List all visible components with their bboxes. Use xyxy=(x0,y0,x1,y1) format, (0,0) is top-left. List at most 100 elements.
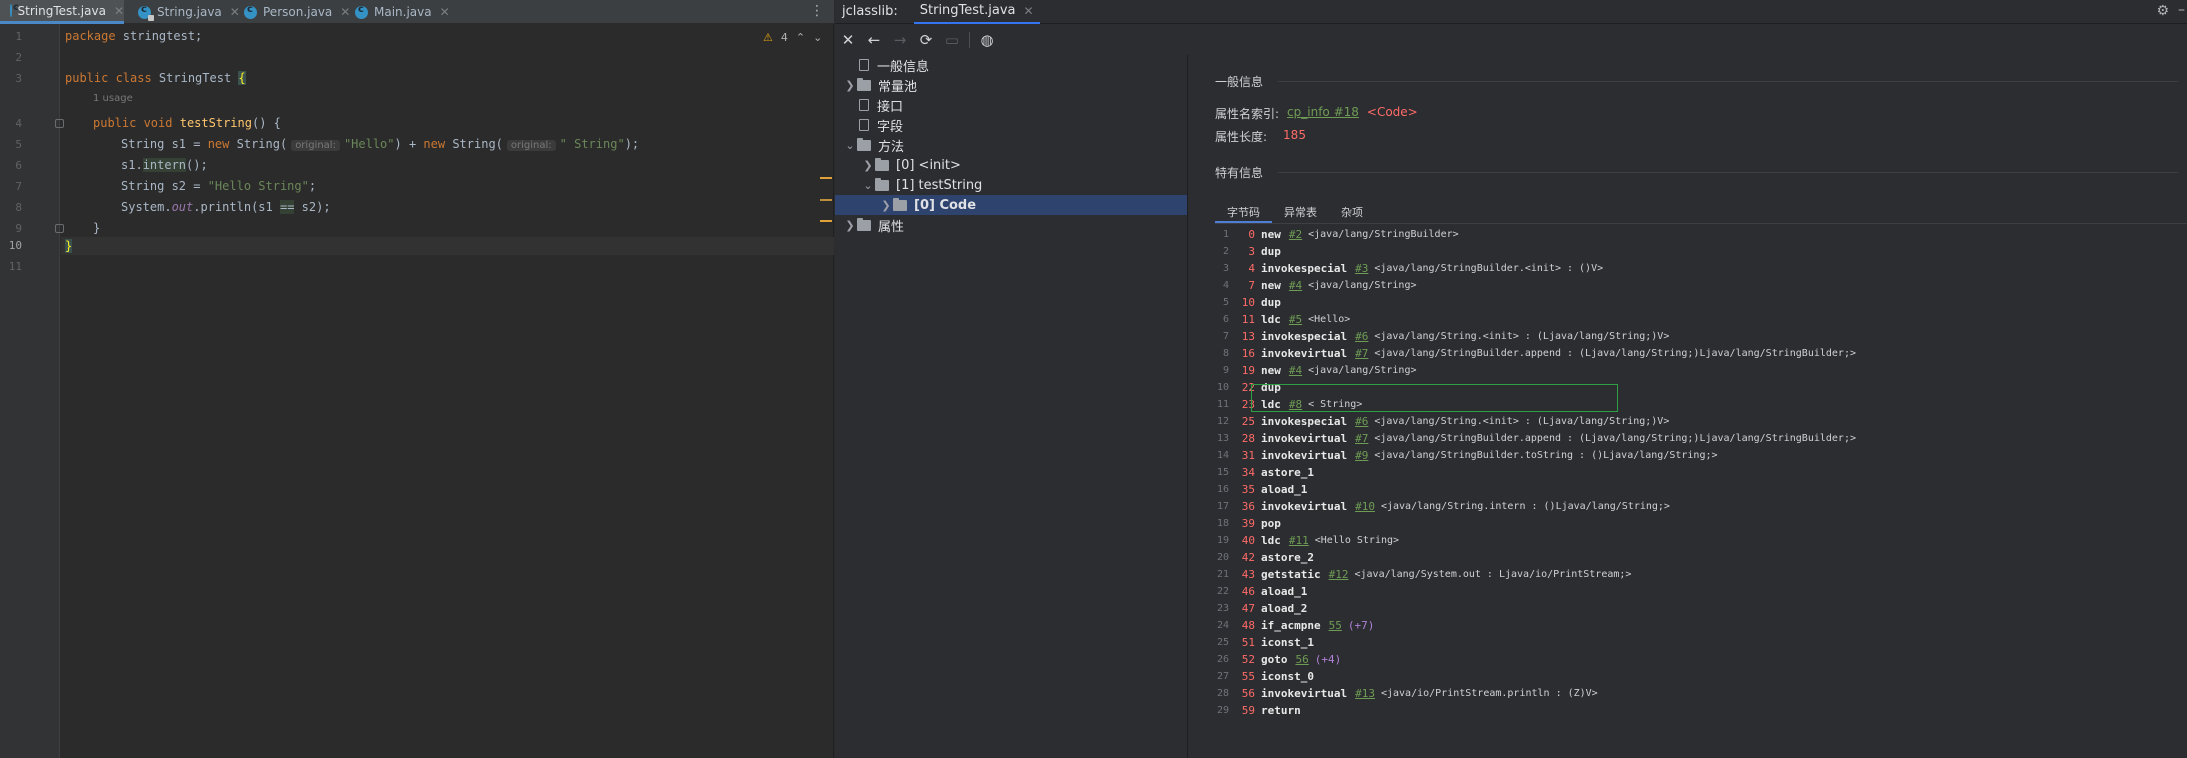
close-icon[interactable]: ✕ xyxy=(1024,4,1034,18)
bytecode-row[interactable]: 6 11 ldc #5 <Hello> xyxy=(1215,311,2187,328)
bytecode-row[interactable]: 18 39 pop xyxy=(1215,515,2187,532)
chevron-down-icon[interactable]: ⌄ xyxy=(861,179,875,192)
bytecode-opcode: dup xyxy=(1261,245,1281,258)
bytecode-row[interactable]: 26 52 goto 56 (+4) xyxy=(1215,651,2187,668)
close-icon[interactable]: ✕ xyxy=(114,4,124,18)
constant-pool-link[interactable]: #12 xyxy=(1329,568,1349,581)
chevron-right-icon[interactable]: ❯ xyxy=(843,79,857,92)
tab-misc[interactable]: 杂项 xyxy=(1329,201,1375,223)
chevron-down-icon[interactable]: ⌄ xyxy=(813,31,822,44)
bytecode-row[interactable]: 4 7 new #4 <java/lang/String> xyxy=(1215,277,2187,294)
constant-pool-link[interactable]: #13 xyxy=(1355,687,1375,700)
highlight-annotation-box xyxy=(1251,384,1618,412)
close-icon[interactable]: ✕ xyxy=(440,5,450,19)
constant-pool-link[interactable]: 56 xyxy=(1296,653,1309,666)
refresh-icon[interactable]: ⟳ xyxy=(913,29,939,51)
tab-main-java[interactable]: Main.java ✕ xyxy=(355,0,450,24)
file-icon xyxy=(859,59,869,71)
bytecode-row[interactable]: 1 0 new #2 <java/lang/StringBuilder> xyxy=(1215,226,2187,243)
bytecode-line-number: 13 xyxy=(1216,433,1229,444)
bytecode-row[interactable]: 7 13 invokespecial #6 <java/lang/String.<ini… xyxy=(1215,328,2187,345)
tree-item-code[interactable]: ❯ [0] Code xyxy=(835,195,1187,215)
chevron-down-icon[interactable]: ⌄ xyxy=(843,139,857,152)
tab-person-java[interactable]: Person.java ✕ xyxy=(244,0,350,24)
tree-item-teststring[interactable]: ⌄ [1] testString xyxy=(861,175,982,195)
usage-hint[interactable]: 1 usage xyxy=(93,93,133,104)
folder-icon xyxy=(857,77,871,91)
bytecode-row[interactable]: 28 56 invokevirtual #13 <java/io/PrintStream… xyxy=(1215,685,2187,702)
bytecode-row[interactable]: 22 46 aload_1 xyxy=(1215,583,2187,600)
bytecode-row[interactable]: 3 4 invokespecial #3 <java/lang/StringBuilde… xyxy=(1215,260,2187,277)
bytecode-row[interactable]: 27 55 iconst_0 xyxy=(1215,668,2187,685)
gear-icon[interactable]: ⚙ xyxy=(2156,3,2169,19)
bytecode-row[interactable]: 17 36 invokevirtual #10 <java/lang/String.in… xyxy=(1215,498,2187,515)
bytecode-row[interactable]: 15 34 astore_1 xyxy=(1215,464,2187,481)
tab-divider xyxy=(1215,223,2187,224)
tab-stringtest-class[interactable]: StringTest.java ✕ xyxy=(913,0,1040,24)
tree-item-methods[interactable]: ⌄ 方法 xyxy=(843,135,904,155)
tab-exception-table[interactable]: 异常表 xyxy=(1272,201,1329,223)
bytecode-row[interactable]: 24 48 if_acmpne 55 (+7) xyxy=(1215,617,2187,634)
bytecode-row[interactable]: 8 16 invokevirtual #7 <java/lang/StringBuild… xyxy=(1215,345,2187,362)
bytecode-row[interactable]: 29 59 return xyxy=(1215,702,2187,719)
cp-info-link[interactable]: cp_info #18 xyxy=(1287,105,1359,122)
constant-pool-link[interactable]: #4 xyxy=(1289,279,1302,292)
scrollbar-marker[interactable] xyxy=(820,199,832,201)
minimize-icon[interactable]: – xyxy=(2178,2,2185,18)
constant-pool-link[interactable]: #7 xyxy=(1355,432,1368,445)
constant-pool-link[interactable]: #3 xyxy=(1355,262,1368,275)
tab-bytecode[interactable]: 字节码 xyxy=(1215,201,1272,223)
bytecode-row[interactable]: 20 42 astore_2 xyxy=(1215,549,2187,566)
scrollbar-marker[interactable] xyxy=(820,220,832,222)
tab-string-java[interactable]: String.java ✕ xyxy=(138,0,240,24)
web-icon[interactable]: ◍ xyxy=(974,29,1000,51)
tree-item-attributes[interactable]: ❯ 属性 xyxy=(843,215,904,235)
back-arrow-icon[interactable]: ← xyxy=(861,29,887,51)
constant-pool-link[interactable]: #11 xyxy=(1289,534,1309,547)
forward-arrow-icon[interactable]: → xyxy=(887,29,913,51)
editor-tab-bar: StringTest.java ✕ String.java ✕ Person.j… xyxy=(0,0,834,24)
close-icon[interactable]: ✕ xyxy=(835,29,861,51)
save-icon[interactable]: ▭ xyxy=(939,29,965,51)
tree-item-init[interactable]: ❯ [0] <init> xyxy=(861,155,961,175)
bytecode-row[interactable]: 19 40 ldc #11 <Hello String> xyxy=(1215,532,2187,549)
constant-pool-link[interactable]: #10 xyxy=(1355,500,1375,513)
tree-item-fields[interactable]: 字段 xyxy=(843,115,903,135)
tree-item-constant-pool[interactable]: ❯ 常量池 xyxy=(843,75,917,95)
constant-pool-link[interactable]: #4 xyxy=(1289,364,1302,377)
bytecode-listing[interactable]: 1 0 new #2 <java/lang/StringBuilder> 2 3 dup 3 4 i… xyxy=(1215,225,2187,758)
bytecode-row[interactable]: 14 31 invokevirtual #9 <java/lang/StringBuil… xyxy=(1215,447,2187,464)
bytecode-argument: <java/lang/String.<init> : (Ljava/lang/S… xyxy=(1374,416,1670,427)
chevron-right-icon[interactable]: ❯ xyxy=(861,159,875,172)
bytecode-row[interactable]: 2 3 dup xyxy=(1215,243,2187,260)
inspection-widget[interactable]: ⚠ 4 ⌃ ⌄ xyxy=(763,31,822,44)
warning-icon: ⚠ xyxy=(763,31,773,44)
class-icon xyxy=(244,4,257,19)
bytecode-row[interactable]: 12 25 invokespecial #6 <java/lang/String.<in… xyxy=(1215,413,2187,430)
bytecode-row[interactable]: 25 51 iconst_1 xyxy=(1215,634,2187,651)
constant-pool-link[interactable]: #9 xyxy=(1355,449,1368,462)
more-tabs-icon[interactable]: ⋮ xyxy=(810,3,824,19)
tab-stringtest-java[interactable]: StringTest.java ✕ xyxy=(0,0,124,24)
constant-pool-link[interactable]: #5 xyxy=(1289,313,1302,326)
close-icon[interactable]: ✕ xyxy=(230,5,240,19)
scrollbar-marker[interactable] xyxy=(820,177,832,179)
bytecode-row[interactable]: 9 19 new #4 <java/lang/String> xyxy=(1215,362,2187,379)
code-area[interactable]: package stringtest; public class StringT… xyxy=(61,24,834,758)
constant-pool-link[interactable]: #6 xyxy=(1355,415,1368,428)
chevron-right-icon[interactable]: ❯ xyxy=(879,199,893,212)
tree-item-general-info[interactable]: 一般信息 xyxy=(843,55,929,75)
bytecode-row[interactable]: 21 43 getstatic #12 <java/lang/System.out : … xyxy=(1215,566,2187,583)
bytecode-row[interactable]: 16 35 aload_1 xyxy=(1215,481,2187,498)
bytecode-row[interactable]: 13 28 invokevirtual #7 <java/lang/StringBuil… xyxy=(1215,430,2187,447)
bytecode-row[interactable]: 5 10 dup xyxy=(1215,294,2187,311)
tree-item-interfaces[interactable]: 接口 xyxy=(843,95,903,115)
constant-pool-link[interactable]: #2 xyxy=(1289,228,1302,241)
constant-pool-link[interactable]: 55 xyxy=(1329,619,1342,632)
chevron-up-icon[interactable]: ⌃ xyxy=(796,31,805,44)
constant-pool-link[interactable]: #7 xyxy=(1355,347,1368,360)
close-icon[interactable]: ✕ xyxy=(340,5,350,19)
constant-pool-link[interactable]: #6 xyxy=(1355,330,1368,343)
chevron-right-icon[interactable]: ❯ xyxy=(843,219,857,232)
bytecode-row[interactable]: 23 47 aload_2 xyxy=(1215,600,2187,617)
